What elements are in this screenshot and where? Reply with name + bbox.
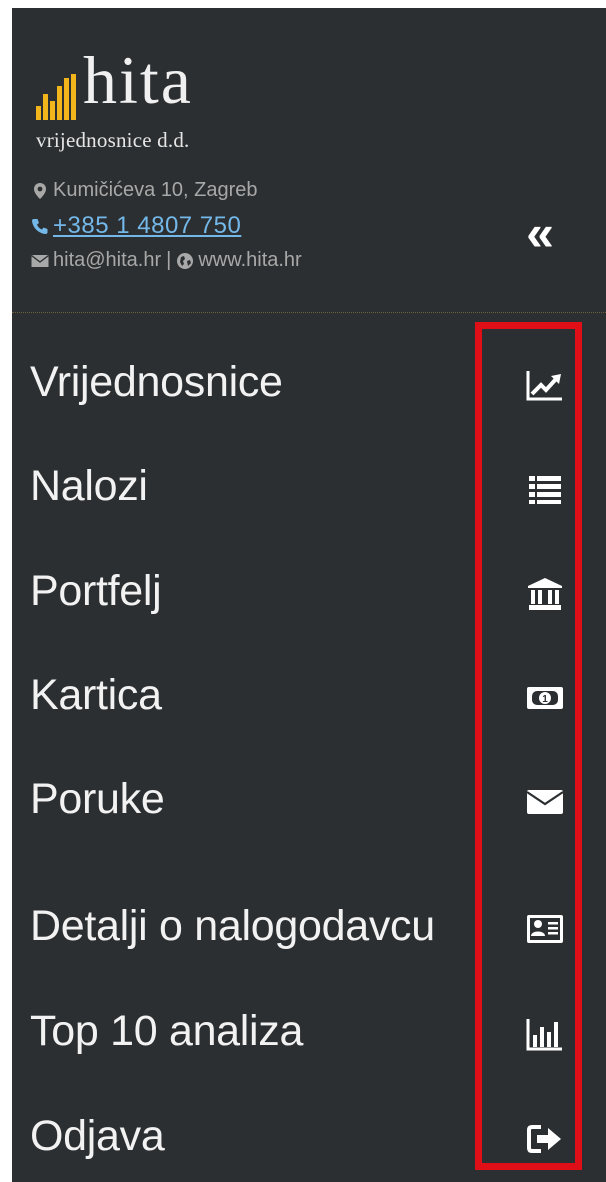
sign-out-icon: [525, 1121, 565, 1157]
email-text[interactable]: hita@hita.hr: [53, 249, 161, 272]
id-card-icon: [525, 911, 565, 947]
envelope-icon: [525, 784, 565, 820]
menu-item-label: Nalozi: [30, 462, 148, 510]
menu-item-label: Poruke: [30, 775, 165, 823]
menu-item-label: Vrijednosnice: [30, 358, 283, 406]
phone-link[interactable]: +385 1 4807 750: [53, 212, 241, 240]
menu-item-kartica[interactable]: Kartica 1: [30, 660, 590, 740]
chart-line-icon: [525, 367, 565, 403]
collapse-sidebar-button[interactable]: «: [520, 208, 560, 258]
email-web-row: hita@hita.hr | www.hita.hr: [31, 243, 411, 278]
phone-row: +385 1 4807 750: [31, 208, 411, 243]
logo-bars-icon: [36, 74, 80, 120]
phone-icon: [31, 217, 49, 235]
globe-icon: [176, 252, 194, 270]
sidebar: hita vrijednosnice d.d. Kumičićeva 10, Z…: [12, 8, 606, 1182]
logo-text: hita: [83, 42, 193, 118]
brand-logo: hita: [36, 46, 356, 124]
website-text[interactable]: www.hita.hr: [198, 249, 301, 272]
envelope-small-icon: [31, 252, 49, 270]
menu-item-label: Portfelj: [30, 567, 162, 615]
menu-item-portfelj[interactable]: Portfelj: [30, 556, 590, 636]
money-icon: 1: [525, 680, 565, 716]
menu-item-label: Odjava: [30, 1112, 165, 1160]
menu-item-top-10-analiza[interactable]: Top 10 analiza: [30, 996, 590, 1076]
svg-text:1: 1: [542, 694, 548, 705]
bank-icon: [525, 576, 565, 612]
menu-item-detalji-o-nalogodavcu[interactable]: Detalji o nalogodavcu: [30, 891, 590, 971]
brand-subtitle: vrijednosnice d.d.: [36, 128, 190, 152]
menu-item-nalozi[interactable]: Nalozi: [30, 451, 590, 531]
menu-item-label: Kartica: [30, 671, 162, 719]
contact-separator: |: [166, 249, 172, 271]
brand: hita vrijednosnice d.d.: [36, 46, 396, 164]
address-row: Kumičićeva 10, Zagreb: [31, 173, 411, 208]
contact-info: Kumičićeva 10, Zagreb +385 1 4807 750 hi…: [31, 173, 411, 278]
header-divider: [12, 312, 606, 313]
menu-item-label: Detalji o nalogodavcu: [30, 902, 435, 950]
menu-item-poruke[interactable]: Poruke: [30, 764, 590, 844]
address-text: Kumičićeva 10, Zagreb: [53, 179, 258, 201]
menu-item-label: Top 10 analiza: [30, 1007, 304, 1055]
main-menu: Vrijednosnice Nalozi Portfelj Kartica 1 …: [12, 339, 606, 1182]
menu-item-vrijednosnice[interactable]: Vrijednosnice: [30, 347, 590, 427]
menu-item-odjava[interactable]: Odjava: [30, 1101, 590, 1181]
list-icon: [525, 471, 565, 507]
map-marker-icon: [31, 182, 49, 200]
bar-chart-icon: [525, 1016, 565, 1052]
